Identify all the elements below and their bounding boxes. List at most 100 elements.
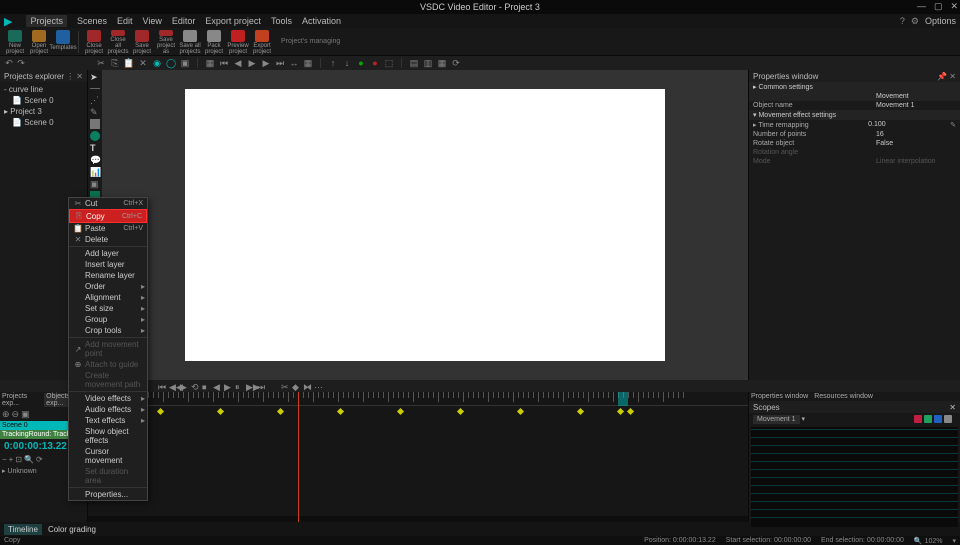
pointer-tool-icon[interactable]: ➤ [90,72,100,82]
open-project-button[interactable]: Open project [28,29,50,55]
arrow-icon[interactable]: ↔ [289,58,299,68]
tree-node[interactable]: - curve line [2,84,85,95]
exp-icon[interactable]: ▣ [21,409,30,420]
chevron-down-icon[interactable]: ▾ [802,415,806,423]
cut-icon[interactable]: ✂ [96,58,106,68]
ctx-cursor-mvt[interactable]: Cursor movement [69,446,147,466]
panel-menu-icon[interactable]: ⋮ [66,72,74,81]
scope-g-toggle[interactable] [924,415,932,423]
frame-back-icon[interactable]: ◀ [213,382,221,390]
delete-icon[interactable]: ✕ [138,58,148,68]
tab-color-grading[interactable]: Color grading [44,524,100,535]
settings-icon[interactable]: ⟳ [36,455,43,464]
ctx-show-effects[interactable]: Show object effects [69,426,147,446]
playhead[interactable] [298,392,299,522]
skip-next-icon[interactable]: ⏭ [275,58,285,68]
ctx-text-effects[interactable]: Text effects▸ [69,415,147,426]
layout-icon-1[interactable]: ▤ [409,58,419,68]
ctx-copy[interactable]: ⎘CopyCtrl+C [69,209,147,223]
stop-icon[interactable]: ⏹ [202,382,210,390]
add-icon[interactable]: ⊕ [2,409,10,420]
green-dot-icon[interactable]: ● [356,58,366,68]
tab-timeline[interactable]: Timeline [4,524,42,535]
end-icon[interactable]: ⏭ [257,382,265,390]
ctx-paste[interactable]: 📋PasteCtrl+V [69,223,147,234]
prop-objname-value[interactable]: Movement 1 [876,102,956,109]
chart-tool-icon[interactable]: 📊 [90,167,100,177]
menu-options[interactable]: Options [925,16,956,26]
scope-r-toggle[interactable] [914,415,922,423]
paste-icon[interactable]: 📋 [124,58,134,68]
next-icon[interactable]: ▶▶ [246,382,254,390]
prop-section-movement[interactable]: ▾ Movement effect settings [749,110,960,120]
new-project-button[interactable]: New project [4,29,26,55]
panel-close-icon[interactable]: ✕ [949,72,956,81]
tooltip-tool-icon[interactable]: 💬 [90,155,100,165]
timeline-main[interactable] [88,392,748,522]
tree-node[interactable]: 📄 Scene 0 [2,117,85,128]
rect-tool-icon[interactable] [90,119,100,129]
pen-tool-icon[interactable]: ✎ [90,107,100,117]
tab-properties[interactable]: Properties window [751,393,808,400]
keyframes-track[interactable] [88,406,748,418]
scope-l-toggle[interactable] [944,415,952,423]
panel-close-icon[interactable]: ✕ [76,72,83,81]
ctx-set-size[interactable]: Set size▸ [69,303,147,314]
panel-pin-icon[interactable]: 📌 [937,72,947,81]
layout-icon-3[interactable]: ▦ [437,58,447,68]
line-tool-icon[interactable] [90,88,100,89]
copy-icon[interactable]: ⎘ [110,58,120,68]
loop-icon[interactable]: ⟲ [191,382,199,390]
menu-tools[interactable]: Tools [271,16,292,26]
close-all-button[interactable]: Close all projects [107,29,129,55]
marker-icon[interactable]: ◆ [292,382,300,390]
edit-icon[interactable]: ✎ [950,121,956,129]
close-project-button[interactable]: Close project [83,29,105,55]
ctx-audio-effects[interactable]: Audio effects▸ [69,404,147,415]
frame-fwd-icon[interactable]: ▶ [224,382,232,390]
step-back-icon[interactable]: ◀◀ [169,382,177,390]
play-icon[interactable]: ▶ [247,58,257,68]
ctx-properties[interactable]: Properties... [69,489,147,500]
layout-icon-2[interactable]: ▥ [423,58,433,68]
ctx-add-layer[interactable]: Add layer [69,248,147,259]
timeline-ruler[interactable] [88,392,748,406]
fit-icon[interactable]: ⊡ [15,455,22,464]
skip-prev-icon[interactable]: ⏮ [219,58,229,68]
prop-numpoints-value[interactable]: 16 [876,131,956,138]
export-button[interactable]: Export project [251,29,273,55]
prop-rotate-value[interactable]: False [876,140,956,147]
redo-icon[interactable]: ↷ [16,58,26,68]
menu-editor[interactable]: Editor [172,16,196,26]
ellipse-tool-icon[interactable] [90,131,100,141]
scope-b-toggle[interactable] [934,415,942,423]
menu-export-project[interactable]: Export project [205,16,261,26]
zoom-in-icon[interactable]: + [9,455,14,464]
save-all-button[interactable]: Save all projects [179,29,201,55]
ctx-video-effects[interactable]: Video effects▸ [69,393,147,404]
tree-node[interactable]: 📄 Scene 0 [2,95,85,106]
remove-icon[interactable]: ⊖ [12,409,20,420]
pack-project-button[interactable]: Pack project [203,29,225,55]
marker-region[interactable] [618,392,628,406]
cut-timeline-icon[interactable]: ✂ [281,382,289,390]
play-icon[interactable]: ▶ [180,382,188,390]
help-icon[interactable]: ? [900,16,905,26]
maximize-icon[interactable]: ▢ [934,1,943,12]
close-icon[interactable]: ✕ [950,1,958,12]
prev-icon[interactable]: ◀ [233,58,243,68]
unknown-icon[interactable]: ⋯ [314,382,322,390]
tab-resources[interactable]: Resources window [814,393,873,400]
align-icon[interactable]: ▦ [205,58,215,68]
grid-icon[interactable]: ▦ [303,58,313,68]
scopes-dropdown[interactable]: Movement 1 [753,415,800,424]
refresh-icon[interactable]: ⟳ [451,58,461,68]
tool-icon-3[interactable]: ▣ [180,58,190,68]
ctx-rename-layer[interactable]: Rename layer [69,270,147,281]
zoom-icon[interactable]: 🔍 [24,455,34,464]
save-as-button[interactable]: Save project as [155,29,177,55]
menu-scenes[interactable]: Scenes [77,16,107,26]
spray-tool-icon[interactable]: ⋰ [90,95,100,105]
prop-section-common[interactable]: ▸ Common settings [749,82,960,92]
prop-timeremap-value[interactable]: 0.100 [868,121,948,129]
